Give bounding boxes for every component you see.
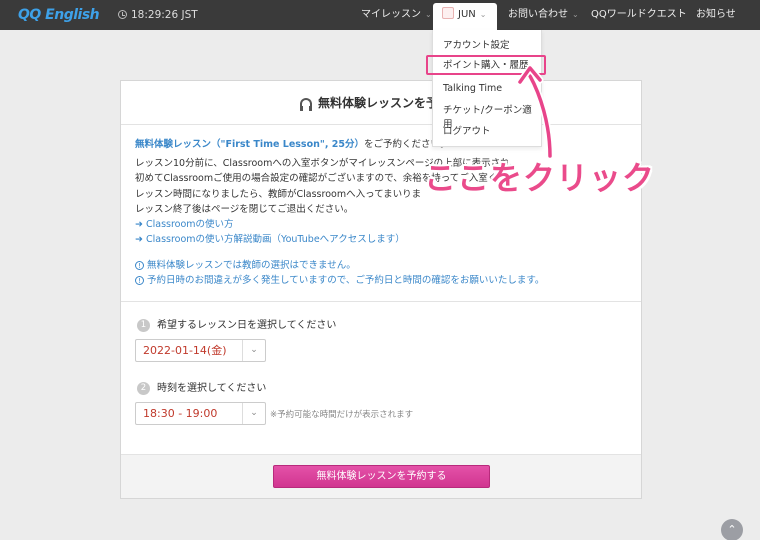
chevron-down-icon: ⌄ <box>425 10 432 19</box>
nav-my-lesson[interactable]: マイレッスン ⌄ <box>361 0 432 30</box>
nav-contact[interactable]: お問い合わせ ⌄ <box>508 0 579 30</box>
nav-world-quest[interactable]: QQワールドクエスト <box>591 0 687 30</box>
time-note: ※予約可能な時間だけが表示されます <box>270 410 414 420</box>
lesson-name: 無料体験レッスン（"First Time Lesson", 25分） <box>135 139 364 150</box>
classroom-video-link[interactable]: ➜ Classroomの使い方解説動画（YouTubeへアクセスします） <box>135 233 405 246</box>
step-2-label: 時刻を選択してください <box>157 383 267 394</box>
classroom-guide-link-text: Classroomの使い方 <box>145 219 234 230</box>
qq-english-logo[interactable]: QQ English <box>18 6 108 24</box>
nav-user-menu[interactable]: JUN ⌄ <box>433 3 497 30</box>
chevron-down-icon: ⌄ <box>479 10 487 19</box>
chevron-up-icon: ⌃ <box>727 523 737 536</box>
classroom-guide-link[interactable]: ➜ Classroomの使い方 <box>135 218 234 231</box>
intro-line: レッスン終了後はページを閉じてご退出ください。 <box>135 204 354 215</box>
annotation-arrow-icon <box>516 64 554 160</box>
booking-panel: 無料体験レッスンを予約し 無料体験レッスン（"First Time Lesson… <box>120 80 642 499</box>
step-2-number: 2 <box>137 382 150 395</box>
clock-time: 18:29:26 JST <box>131 9 198 21</box>
nav-my-lesson-label: マイレッスン <box>361 9 421 20</box>
scroll-to-top-button[interactable]: ⌃ <box>721 519 743 540</box>
panel-footer: 無料体験レッスンを予約する <box>121 454 641 498</box>
clock-display: 18:29:26 JST <box>118 8 198 22</box>
user-name: JUN <box>458 9 476 20</box>
classroom-video-link-text: Classroomの使い方解説動画（YouTubeへアクセスします） <box>145 234 405 245</box>
info-icon: ! <box>135 261 144 270</box>
headphone-icon <box>299 98 312 111</box>
step-1-number: 1 <box>137 319 150 332</box>
clock-icon <box>118 10 127 19</box>
menu-item-account-settings[interactable]: アカウント設定 <box>443 39 510 53</box>
arrow-right-icon: ➜ <box>135 219 143 230</box>
note-datetime-text: 予約日時のお間違えが多く発生していますので、ご予約日と時間の確認をお願いいたしま… <box>147 275 545 286</box>
step-1-label: 希望するレッスン日を選択してください <box>157 320 337 331</box>
note-teacher-text: 無料体験レッスンでは教師の選択はできません。 <box>147 260 356 271</box>
chevron-down-icon: ⌄ <box>572 10 579 19</box>
nav-contact-label: お問い合わせ <box>508 9 568 20</box>
intro-line: レッスン時間になりましたら、教師がClassroomへ入ってまいりま <box>135 189 422 200</box>
info-icon: ! <box>135 276 144 285</box>
lesson-time-value: 18:30 - 19:00 <box>143 407 218 420</box>
nav-news[interactable]: お知らせ <box>696 0 736 30</box>
panel-title: 無料体験レッスンを予約し <box>121 81 641 125</box>
lesson-time-select[interactable]: 18:30 - 19:00 ⌄ <box>135 402 266 425</box>
click-here-annotation: ここをクリック <box>424 159 656 197</box>
chevron-down-icon: ⌄ <box>242 403 265 424</box>
chevron-down-icon: ⌄ <box>242 340 265 361</box>
arrow-right-icon: ➜ <box>135 234 143 245</box>
note-datetime: ! 予約日時のお間違えが多く発生していますので、ご予約日と時間の確認をお願いいたし… <box>135 274 544 287</box>
avatar <box>442 7 454 19</box>
section-divider <box>121 301 641 302</box>
top-navigation-bar: QQ English 18:29:26 JST マイレッスン ⌄ JUN ⌄ お問い… <box>0 0 760 30</box>
book-free-lesson-button[interactable]: 無料体験レッスンを予約する <box>273 465 490 488</box>
intro-line-lesson: 無料体験レッスン（"First Time Lesson", 25分）をご予約くだ… <box>135 138 449 151</box>
lesson-date-value: 2022-01-14(金) <box>143 344 227 357</box>
lesson-date-select[interactable]: 2022-01-14(金) ⌄ <box>135 339 266 362</box>
note-teacher: ! 無料体験レッスンでは教師の選択はできません。 <box>135 259 356 272</box>
